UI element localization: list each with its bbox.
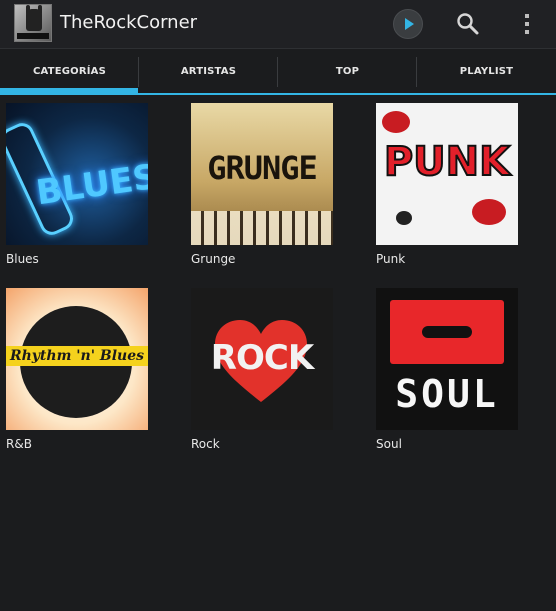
category-label: R&B	[6, 437, 32, 451]
blues-cover-image: BLUES	[6, 103, 148, 245]
rnb-art-text: Rhythm 'n' Blues	[9, 348, 145, 364]
overflow-dot-icon	[525, 22, 529, 26]
overflow-dot-icon	[525, 30, 529, 34]
punk-art-text: PUNK	[383, 138, 511, 186]
soul-art-text: SOUL	[395, 372, 499, 416]
soul-cover-image: SOUL	[376, 288, 518, 430]
selected-tab-indicator	[0, 88, 138, 94]
app-title: TheRockCorner	[60, 12, 198, 33]
tab-categorias[interactable]: CATEGORÍAS	[0, 49, 139, 93]
piano-keys-graphic	[191, 211, 333, 245]
paint-splatter-graphic	[382, 111, 410, 133]
category-tile-rnb[interactable]: Rhythm 'n' Blues R&B	[6, 288, 148, 451]
category-label: Soul	[376, 437, 402, 451]
category-label: Punk	[376, 252, 406, 266]
blues-art-text: BLUES	[33, 156, 148, 214]
search-button[interactable]	[456, 12, 480, 36]
paint-splatter-graphic	[396, 211, 412, 225]
paint-splatter-graphic	[472, 199, 506, 225]
punk-cover-image: PUNK	[376, 103, 518, 245]
category-tile-blues[interactable]: BLUES Blues	[6, 103, 148, 266]
cassette-tape-icon	[390, 300, 504, 364]
rock-hand-icon	[26, 5, 42, 31]
tab-playlist[interactable]: PLAYLIST	[417, 49, 556, 93]
grunge-cover-image: GRUNGE	[191, 103, 333, 245]
grunge-art-text: GRUNGE	[207, 149, 318, 187]
logo-text-strip	[17, 33, 49, 39]
category-tile-rock[interactable]: ROCK Rock	[191, 288, 333, 451]
overflow-menu-button[interactable]	[520, 12, 534, 36]
category-label: Blues	[6, 252, 39, 266]
rnb-cover-image: Rhythm 'n' Blues	[6, 288, 148, 430]
overflow-dot-icon	[525, 14, 529, 18]
category-tile-grunge[interactable]: GRUNGE Grunge	[191, 103, 333, 266]
tab-top[interactable]: TOP	[278, 49, 417, 93]
app-logo-icon[interactable]	[14, 4, 52, 42]
rock-cover-image: ROCK	[191, 288, 333, 430]
play-button[interactable]	[393, 9, 423, 39]
search-icon	[457, 13, 479, 35]
tab-artistas[interactable]: ARTISTAS	[139, 49, 278, 93]
category-tile-soul[interactable]: SOUL Soul	[376, 288, 518, 451]
rock-art-text: ROCK	[210, 338, 314, 378]
category-label: Grunge	[191, 252, 236, 266]
category-tile-punk[interactable]: PUNK Punk	[376, 103, 518, 266]
action-bar: TheRockCorner	[0, 0, 556, 49]
category-label: Rock	[191, 437, 220, 451]
